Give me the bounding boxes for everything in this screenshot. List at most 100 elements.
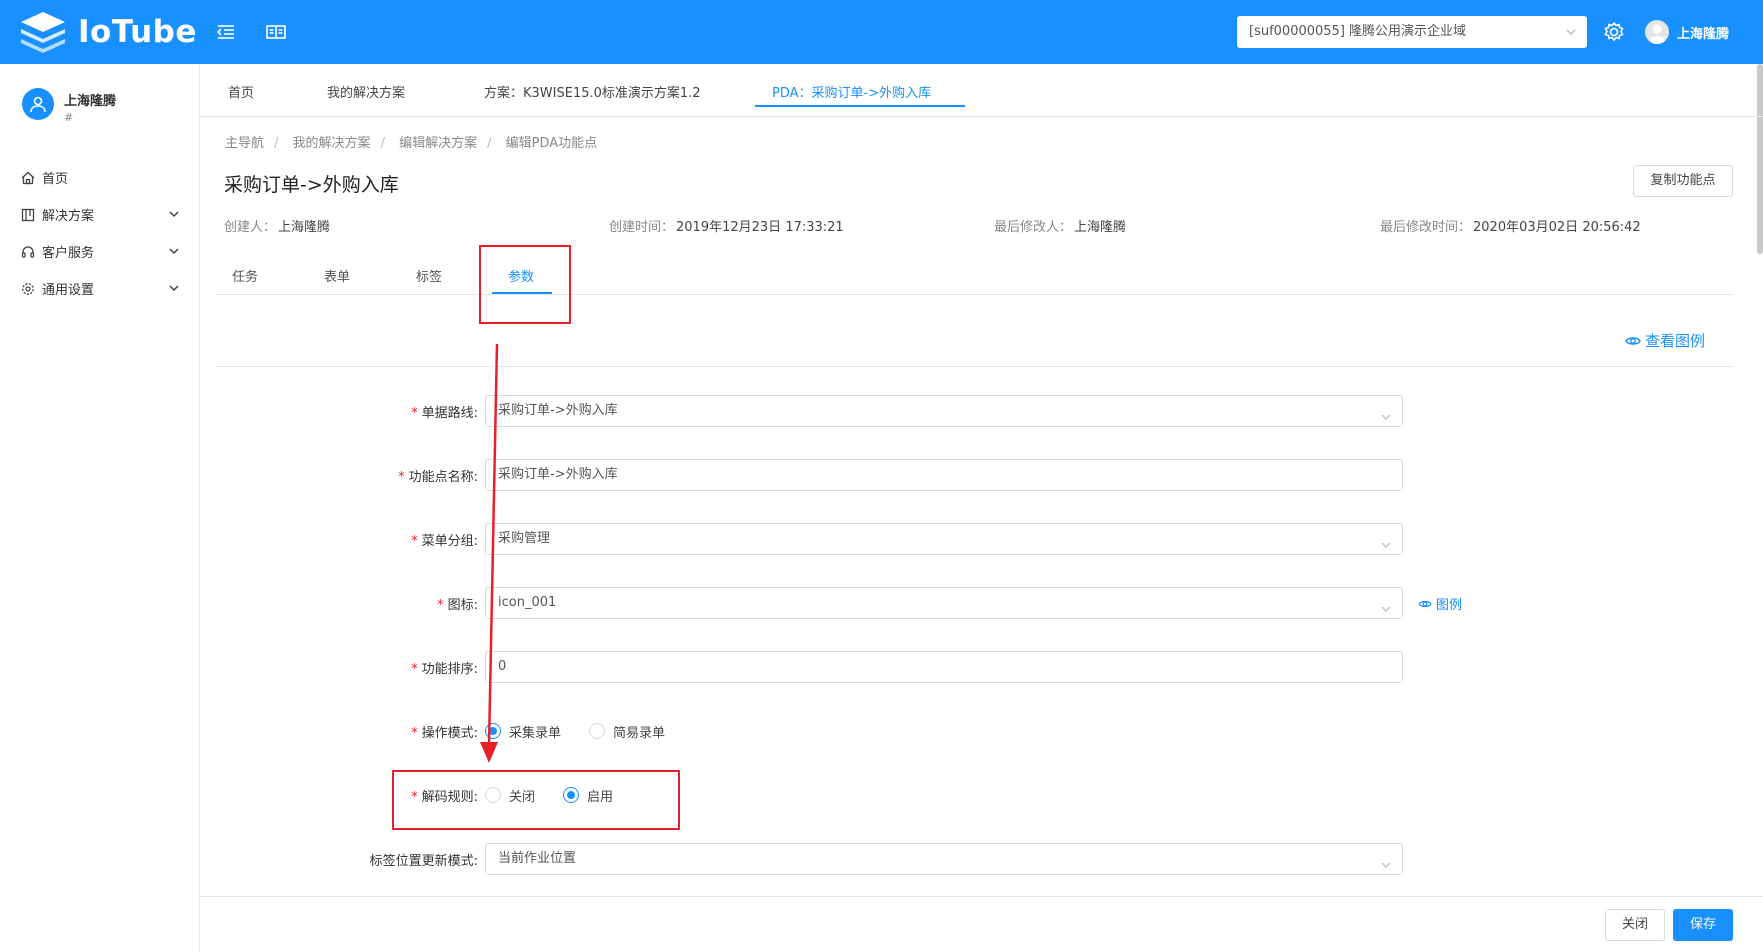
function-name-value: 采购订单->外购入库	[498, 467, 618, 482]
meta-label: 创建时间：	[609, 220, 675, 235]
breadcrumb: 主导航 / 我的解决方案 / 编辑解决方案 / 编辑PDA功能点	[225, 136, 598, 151]
menu-toggle-icon[interactable]	[214, 20, 238, 44]
gear-icon	[20, 281, 36, 297]
meta-created: 创建时间： 2019年12月23日 17:33:21	[609, 216, 844, 235]
mode-option-simple[interactable]: 简易录单	[589, 722, 665, 741]
chevron-down-icon	[1380, 853, 1392, 868]
sort-label: * 功能排序:	[411, 662, 478, 677]
domain-select-value: [suf00000055] 隆腾公用演示企业域	[1249, 24, 1467, 39]
chevron-down-icon	[1380, 533, 1392, 548]
radio-unchecked[interactable]	[589, 723, 606, 739]
meta-label: 最后修改人：	[994, 220, 1073, 235]
route-select[interactable]: 采购订单->外购入库	[485, 395, 1403, 427]
tab-forms[interactable]: 表单	[324, 266, 350, 285]
annotation-box-params-tab	[479, 245, 571, 324]
menu-group-select[interactable]: 采购管理	[485, 523, 1403, 555]
logo[interactable]: IoTube	[18, 10, 197, 54]
active-tab-indicator	[755, 105, 965, 107]
sidebar-menu: 首页 解决方案 客户服务 通用设置	[0, 159, 199, 307]
route-label: * 单据路线:	[411, 406, 478, 421]
eye-icon	[1418, 600, 1432, 607]
sort-input[interactable]: 0	[485, 651, 1403, 683]
radio-checked[interactable]	[485, 723, 501, 739]
sidebar-item-solutions[interactable]: 解决方案	[0, 196, 199, 233]
tab-labels[interactable]: 标签	[416, 266, 442, 285]
form-footer	[200, 896, 1763, 952]
icon-example-link[interactable]: 图例	[1418, 594, 1462, 613]
view-example-link[interactable]: 查看图例	[1625, 330, 1705, 351]
meta-label: 最后修改时间：	[1380, 220, 1472, 235]
icon-example-label: 图例	[1436, 598, 1463, 613]
meta-creator: 创建人： 上海隆腾	[224, 216, 330, 235]
sidebar-user: 上海隆腾 #	[22, 88, 116, 124]
meta-value: 2020年03月02日 20:56:42	[1473, 220, 1641, 235]
meta-value: 上海隆腾	[1074, 220, 1127, 235]
view-example-label: 查看图例	[1645, 332, 1706, 350]
radio-label: 采集录单	[509, 725, 562, 741]
menu-group-value: 采购管理	[498, 531, 551, 546]
header-user[interactable]: 上海隆腾	[1645, 18, 1729, 46]
inner-tabs: 任务 表单 标签 参数	[216, 252, 1734, 295]
breadcrumb-item[interactable]: 编辑解决方案	[399, 136, 477, 151]
meta-value: 上海隆腾	[278, 220, 331, 235]
mode-label: * 操作模式:	[411, 726, 478, 741]
tab-solution[interactable]: 方案：K3WISE15.0标准演示方案1.2	[484, 82, 701, 101]
tab-my-solutions[interactable]: 我的解决方案	[327, 82, 405, 101]
radio-label: 简易录单	[613, 725, 666, 741]
settings-gear-icon[interactable]	[1600, 18, 1628, 46]
book-icon[interactable]	[264, 20, 288, 44]
chevron-down-icon	[167, 244, 181, 258]
sidebar-user-sub: #	[64, 111, 74, 124]
sidebar-item-general-settings[interactable]: 通用设置	[0, 270, 199, 307]
icon-select[interactable]: icon_001	[485, 587, 1403, 619]
top-tabs: 首页 我的解决方案 方案：K3WISE15.0标准演示方案1.2 PDA：采购订…	[200, 64, 1763, 117]
page-title: 采购订单->外购入库	[224, 174, 399, 196]
save-button[interactable]: 保存	[1673, 909, 1733, 941]
sidebar-item-label: 解决方案	[42, 209, 95, 224]
breadcrumb-item[interactable]: 我的解决方案	[293, 136, 371, 151]
tab-pda[interactable]: PDA：采购订单->外购入库	[772, 82, 931, 101]
close-button[interactable]: 关闭	[1605, 909, 1665, 941]
sidebar-item-home[interactable]: 首页	[0, 159, 199, 196]
copy-function-button[interactable]: 复制功能点	[1633, 165, 1733, 197]
annotation-box-decode-rule	[392, 770, 680, 830]
sidebar: 上海隆腾 # 首页 解决方案 客户服务 通用设置	[0, 64, 200, 952]
brand-name: IoTube	[78, 14, 197, 50]
sort-value: 0	[498, 659, 507, 674]
icon-label: * 图标:	[437, 598, 478, 613]
mode-radio-group: 采集录单 简易录单	[485, 721, 693, 741]
meta-modifier: 最后修改人： 上海隆腾	[994, 216, 1126, 235]
route-value: 采购订单->外购入库	[498, 403, 618, 418]
avatar	[1645, 20, 1669, 44]
user-icon	[22, 88, 54, 120]
tag-update-value: 当前作业位置	[498, 851, 577, 866]
breadcrumb-item: 编辑PDA功能点	[505, 136, 598, 151]
sidebar-item-label: 客户服务	[42, 246, 95, 261]
breadcrumb-item[interactable]: 主导航	[225, 136, 264, 151]
app-header: IoTube [suf00000055] 隆腾公用演示企业域 上海隆腾	[0, 0, 1763, 64]
sidebar-item-label: 首页	[42, 172, 69, 187]
chevron-down-icon	[1565, 16, 1577, 48]
sidebar-item-label: 通用设置	[42, 283, 95, 298]
tag-update-select[interactable]: 当前作业位置	[485, 843, 1403, 875]
tag-update-label: 标签位置更新模式:	[369, 854, 478, 869]
icon-value: icon_001	[498, 595, 557, 610]
sidebar-user-name: 上海隆腾	[64, 94, 117, 109]
mode-option-collect[interactable]: 采集录单	[485, 722, 561, 741]
eye-icon	[1625, 336, 1641, 345]
meta-label: 创建人：	[224, 220, 277, 235]
solution-icon	[20, 207, 36, 223]
divider	[216, 366, 1734, 367]
domain-select[interactable]: [suf00000055] 隆腾公用演示企业域	[1237, 16, 1587, 48]
meta-value: 2019年12月23日 17:33:21	[676, 220, 844, 235]
chevron-down-icon	[1380, 405, 1392, 420]
sidebar-item-customer-service[interactable]: 客户服务	[0, 233, 199, 270]
layers-icon	[18, 10, 68, 54]
group-label: * 菜单分组:	[411, 534, 478, 549]
function-name-input[interactable]: 采购订单->外购入库	[485, 459, 1403, 491]
name-label: * 功能点名称:	[398, 470, 478, 485]
chevron-down-icon	[1380, 597, 1392, 612]
tab-home[interactable]: 首页	[228, 82, 254, 101]
tab-tasks[interactable]: 任务	[232, 266, 258, 285]
headset-icon	[20, 244, 36, 260]
